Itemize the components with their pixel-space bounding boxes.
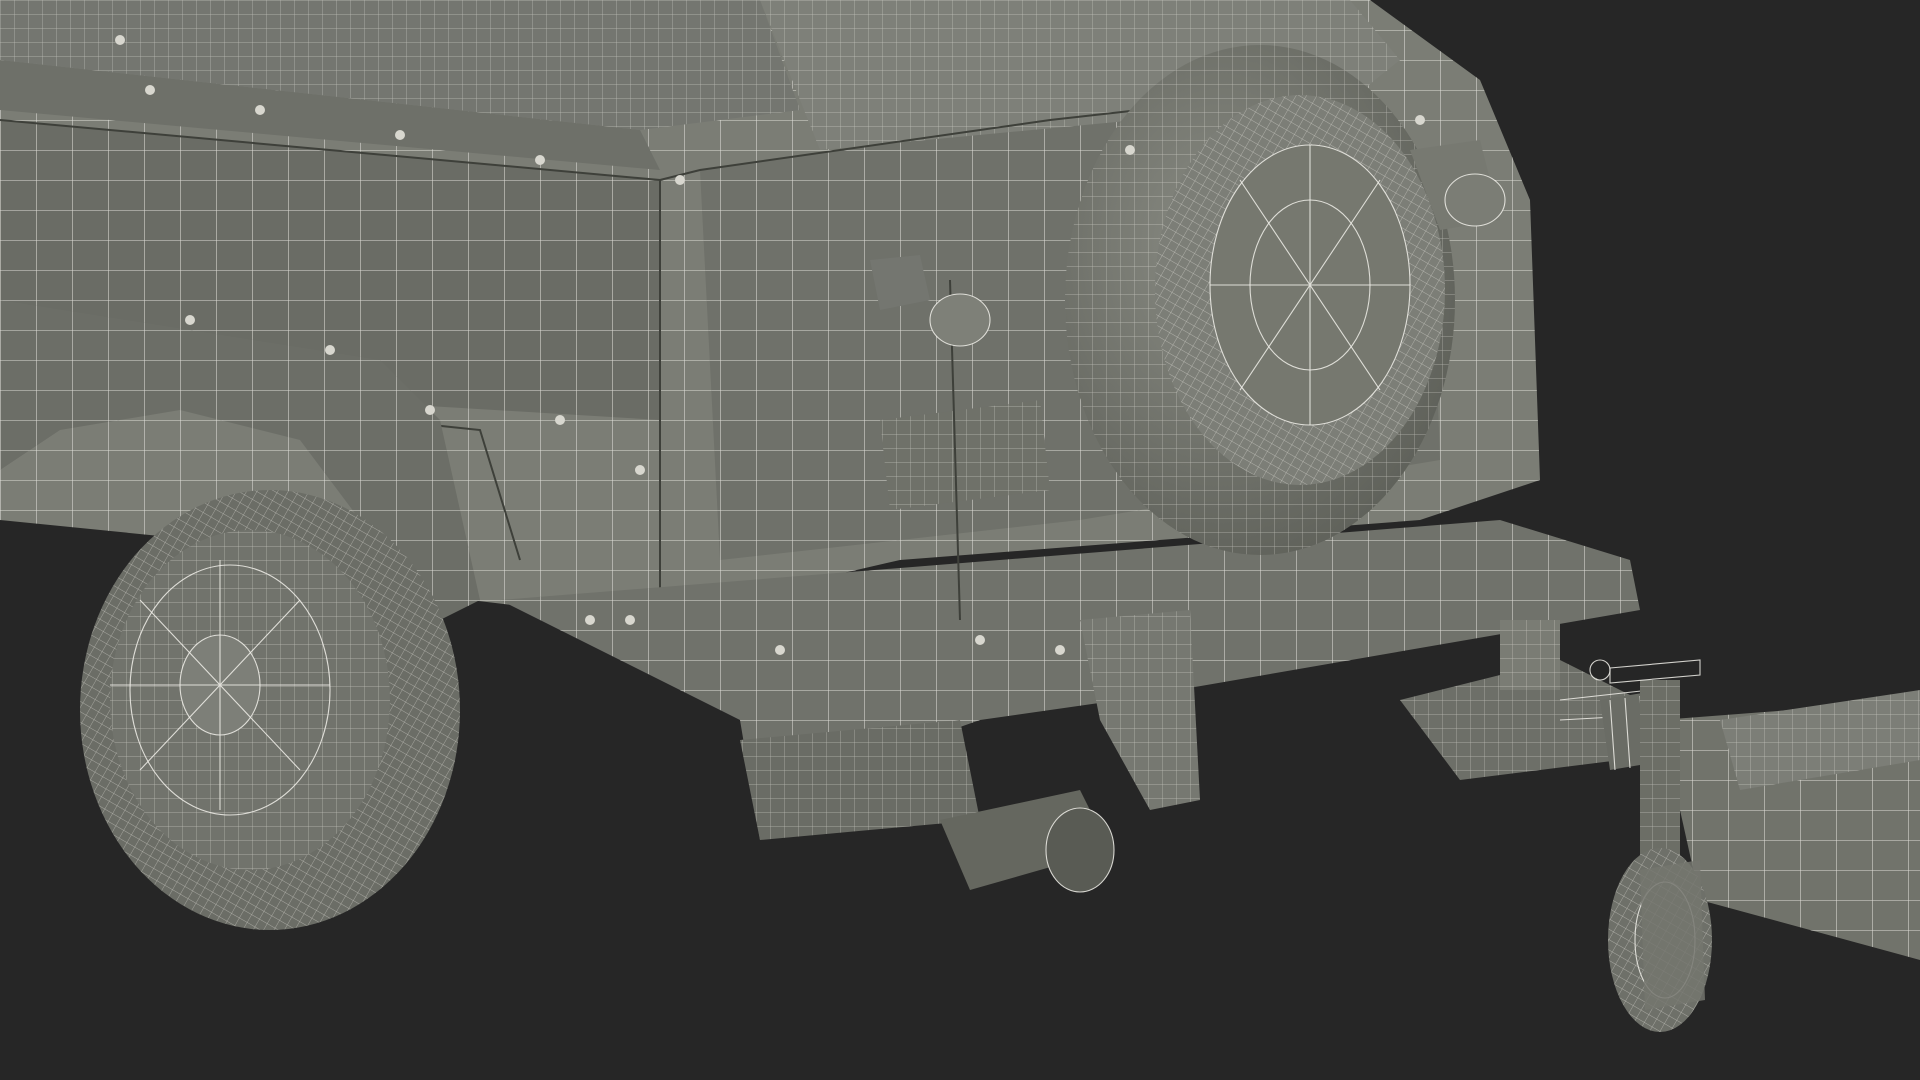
wireframe-render [0, 0, 1920, 1032]
rear-wheel [80, 490, 460, 930]
jockey-wheel [1608, 848, 1712, 1032]
spare-tire [1065, 45, 1455, 555]
